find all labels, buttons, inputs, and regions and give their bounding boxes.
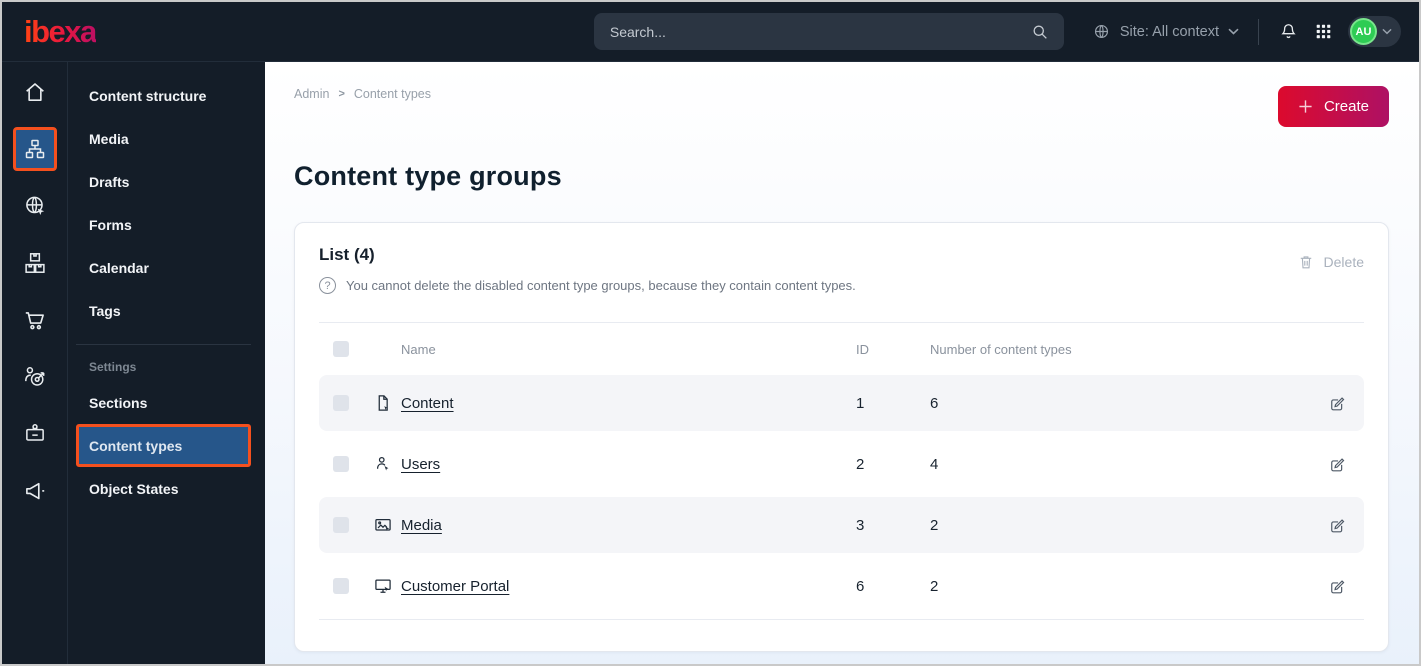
content-sidebar: Content structure Media Drafts Forms Cal… — [67, 62, 265, 664]
topbar-right-cluster: Site: All context AU — [1092, 16, 1401, 47]
group-name-link[interactable]: Users — [401, 456, 856, 473]
group-name-link[interactable]: Customer Portal — [401, 578, 856, 595]
table-row-media: Media 3 2 — [319, 497, 1364, 553]
edit-button[interactable] — [1327, 516, 1346, 535]
file-icon — [373, 393, 401, 413]
chevron-down-icon — [1228, 28, 1239, 35]
avatar: AU — [1350, 18, 1377, 45]
rail-item-commerce[interactable] — [13, 298, 57, 342]
create-button[interactable]: Create — [1277, 86, 1389, 127]
table-bottom-rule — [319, 619, 1364, 620]
breadcrumb: Admin > Content types — [294, 82, 431, 101]
megaphone-icon — [22, 478, 48, 504]
app-window: ibexa Site: All context — [0, 0, 1421, 666]
personalization-icon — [22, 364, 48, 390]
sidebar-section-label: Settings — [89, 360, 137, 374]
breadcrumb-current: Content types — [353, 87, 432, 101]
search-icon[interactable] — [1030, 22, 1050, 42]
breadcrumb-admin[interactable]: Admin — [294, 87, 329, 101]
sidebar-item-forms[interactable]: Forms — [76, 203, 251, 246]
main-icon-rail — [2, 62, 67, 664]
ibexa-logo: ibexa — [24, 13, 97, 49]
home-icon — [22, 79, 48, 105]
create-button-label: Create — [1323, 98, 1369, 115]
rail-item-dashboard[interactable] — [13, 70, 57, 114]
content-type-groups-card: List (4) ? You cannot delete the disable… — [294, 222, 1389, 652]
group-name-link[interactable]: Media — [401, 517, 856, 534]
rail-item-products[interactable] — [13, 241, 57, 285]
app-grid-icon[interactable] — [1314, 22, 1333, 41]
select-all-checkbox[interactable] — [333, 341, 349, 357]
list-title: List (4) — [319, 245, 375, 264]
user-icon — [373, 454, 401, 474]
products-icon — [22, 250, 48, 276]
group-id: 3 — [856, 516, 865, 534]
edit-button[interactable] — [1327, 455, 1346, 474]
content-type-groups-table: Name ID Number of content types Content … — [319, 322, 1364, 620]
top-bar: ibexa Site: All context — [2, 2, 1419, 62]
site-context-label: Site: All context — [1119, 23, 1219, 40]
sidebar-item-content-types[interactable]: Content types — [76, 424, 251, 467]
topbar-divider — [1258, 18, 1259, 45]
sidebar-item-calendar[interactable]: Calendar — [76, 246, 251, 289]
rail-item-marketing[interactable] — [13, 469, 57, 513]
sidebar-item-drafts[interactable]: Drafts — [76, 160, 251, 203]
edit-button[interactable] — [1327, 577, 1346, 596]
sidebar-item-sections[interactable]: Sections — [76, 381, 251, 424]
site-globe-icon — [22, 193, 48, 219]
group-count: 4 — [930, 455, 939, 473]
group-id: 6 — [856, 577, 865, 595]
monitor-icon — [373, 576, 401, 596]
plus-icon — [1298, 99, 1313, 114]
page-title: Content type groups — [294, 161, 562, 191]
sidebar-item-object-states[interactable]: Object States — [76, 467, 251, 510]
group-id: 2 — [856, 455, 865, 473]
rail-item-content-structure[interactable] — [12, 127, 57, 171]
sidebar-item-content-structure[interactable]: Content structure — [76, 74, 251, 117]
row-checkbox[interactable] — [333, 456, 349, 472]
group-count: 2 — [930, 577, 939, 595]
row-checkbox[interactable] — [333, 517, 349, 533]
column-header-count: Number of content types — [930, 341, 1072, 357]
table-row-customer-portal: Customer Portal 6 2 — [319, 558, 1364, 614]
group-id: 1 — [856, 394, 865, 412]
chevron-down-icon — [1382, 28, 1392, 35]
rail-item-personalization[interactable] — [13, 355, 57, 399]
global-search[interactable] — [593, 13, 1064, 50]
admin-badge-icon — [22, 421, 48, 447]
row-checkbox[interactable] — [333, 578, 349, 594]
table-header-row: Name ID Number of content types — [319, 323, 1364, 375]
delete-button[interactable]: Delete — [1297, 253, 1364, 271]
trash-icon — [1297, 253, 1315, 271]
user-menu[interactable]: AU — [1348, 16, 1401, 47]
column-header-name: Name — [401, 341, 436, 357]
group-count: 6 — [930, 394, 939, 412]
site-context-selector[interactable]: Site: All context — [1092, 22, 1239, 41]
breadcrumb-separator: > — [338, 88, 345, 100]
image-icon — [373, 515, 401, 535]
help-icon: ? — [319, 277, 336, 294]
list-info-text: You cannot delete the disabled content t… — [346, 278, 856, 293]
main-content: Admin > Content types Create Content typ… — [265, 62, 1419, 664]
group-name-link[interactable]: Content — [401, 395, 856, 412]
sitemap-icon — [23, 137, 47, 161]
edit-button[interactable] — [1327, 394, 1346, 413]
group-count: 2 — [930, 516, 939, 534]
search-input[interactable] — [609, 23, 1030, 40]
table-row-content: Content 1 6 — [319, 375, 1364, 431]
globe-icon — [1092, 22, 1111, 41]
notifications-bell-icon[interactable] — [1278, 21, 1299, 42]
rail-item-admin[interactable] — [13, 412, 57, 456]
sidebar-item-tags[interactable]: Tags — [76, 289, 251, 332]
delete-button-label: Delete — [1323, 254, 1364, 270]
table-row-users: Users 2 4 — [319, 436, 1364, 492]
row-checkbox[interactable] — [333, 395, 349, 411]
column-header-id: ID — [856, 341, 869, 357]
cart-icon — [22, 307, 48, 333]
rail-item-site[interactable] — [13, 184, 57, 228]
sidebar-item-media[interactable]: Media — [76, 117, 251, 160]
